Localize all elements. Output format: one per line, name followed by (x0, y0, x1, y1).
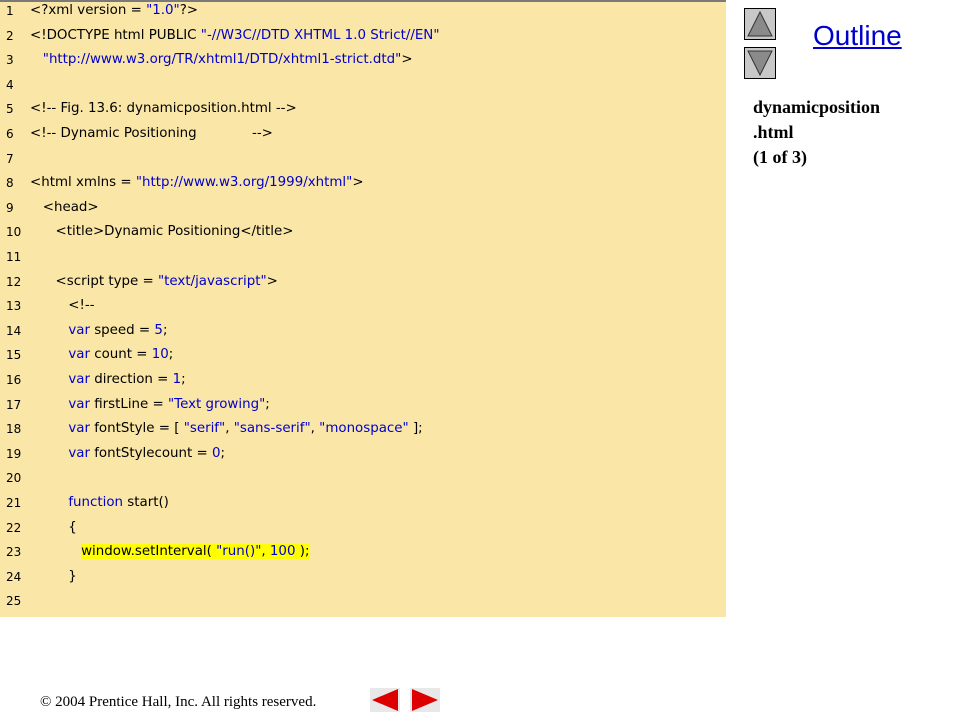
line-number: 20 (6, 471, 22, 486)
file-caption: dynamicposition .html (1 of 3) (753, 95, 880, 170)
code-line: 13 <!-- (0, 294, 726, 318)
line-number: 13 (6, 299, 22, 314)
line-number: 15 (6, 348, 22, 363)
line-number: 5 (6, 102, 14, 117)
arrow-left-icon (370, 688, 400, 712)
code-line: 1 <?xml version = "1.0"?> (0, 0, 726, 23)
code-line: 6 <!-- Dynamic Positioning --> (0, 122, 726, 146)
outline-link[interactable]: Outline (813, 20, 902, 52)
line-number: 1 (6, 4, 14, 18)
code-line: 10 <title>Dynamic Positioning</title> (0, 220, 726, 244)
code-text: <title>Dynamic Positioning</title> (30, 224, 294, 240)
code-line: 22 { (0, 516, 726, 540)
code-line: 12 <script type = "text/javascript"> (0, 270, 726, 294)
line-number: 19 (6, 446, 22, 461)
code-line: 3 "http://www.w3.org/TR/xhtml1/DTD/xhtml… (0, 48, 726, 72)
code-line: 16 var direction = 1; (0, 368, 726, 392)
code-line: 21 function start() (0, 491, 726, 515)
next-slide-arrow[interactable] (744, 47, 776, 79)
code-text: var fontStylecount = 0; (68, 445, 226, 461)
forward-button[interactable] (410, 688, 440, 712)
code-text: var speed = 5; (68, 322, 168, 338)
arrow-right-icon (410, 688, 440, 712)
page-indicator: (1 of 3) (753, 147, 807, 167)
code-line: 14 var speed = 5; (0, 319, 726, 343)
line-number: 23 (6, 545, 22, 560)
file-name: dynamicposition (753, 97, 881, 117)
line-number: 8 (6, 176, 14, 191)
code-line: 25 (0, 589, 726, 613)
code-text: <!-- (30, 298, 95, 314)
code-line: 4 (0, 73, 726, 97)
code-line: 23 window.setInterval( "run()", 100 ); (0, 540, 726, 564)
code-text: window.setInterval( "run()", 100 ); (81, 544, 310, 560)
file-extension: .html (753, 122, 794, 142)
code-text: <!-- Fig. 13.6: dynamicposition.html --> (30, 101, 297, 117)
code-text: var fontStyle = [ "serif", "sans-serif",… (68, 421, 423, 437)
code-text: function start() (68, 495, 169, 510)
code-line: 20 (0, 466, 726, 490)
code-text: <?xml version = "1.0"?> (30, 3, 199, 18)
code-line: 8 <html xmlns = "http://www.w3.org/1999/x… (0, 171, 726, 195)
line-number: 6 (6, 127, 14, 141)
line-number: 7 (6, 151, 14, 166)
line-number: 18 (6, 422, 22, 437)
code-line: 9 <head> (0, 196, 726, 220)
line-number: 10 (6, 225, 22, 240)
previous-slide-arrow[interactable] (744, 8, 776, 40)
code-line: 11 (0, 245, 726, 269)
line-number: 21 (6, 496, 22, 510)
code-line: 17 var firstLine = "Text growing"; (0, 393, 726, 417)
code-line: 24 } (0, 565, 726, 589)
line-number: 16 (6, 373, 22, 387)
line-number: 3 (6, 53, 14, 68)
code-text: <html xmlns = "http://www.w3.org/1999/xh… (30, 175, 364, 191)
code-text: var count = 10; (68, 347, 174, 363)
copyright-notice: © 2004 Prentice Hall, Inc. All rights re… (40, 694, 317, 710)
code-text: var direction = 1; (68, 372, 186, 387)
line-number: 4 (6, 77, 14, 92)
code-text: <!-- Dynamic Positioning --> (30, 126, 273, 141)
line-number: 25 (6, 594, 22, 609)
line-number: 14 (6, 323, 22, 338)
line-number: 2 (6, 28, 14, 43)
line-number: 11 (6, 250, 22, 264)
code-line: 18 var fontStyle = [ "serif", "sans-seri… (0, 417, 726, 441)
line-number: 17 (6, 397, 22, 412)
triangle-down-icon (747, 50, 773, 77)
triangle-up-icon (747, 10, 773, 37)
line-number: 24 (6, 569, 22, 584)
code-text: <!DOCTYPE html PUBLIC "-//W3C//DTD XHTML… (30, 27, 440, 43)
code-text: <head> (30, 199, 99, 215)
code-text: <script type = "text/javascript"> (30, 273, 278, 289)
code-line: 19 var fontStylecount = 0; (0, 442, 726, 466)
code-text: "http://www.w3.org/TR/xhtml1/DTD/xhtml1-… (42, 52, 413, 68)
code-listing: 1 <?xml version = "1.0"?> 2 <!DOCTYPE html … (0, 0, 726, 617)
code-line: 5 <!-- Fig. 13.6: dynamicposition.html --… (0, 97, 726, 121)
line-number: 9 (6, 200, 14, 215)
code-line: 15 var count = 10; (0, 343, 726, 367)
back-button[interactable] (370, 688, 400, 712)
code-line: 2 <!DOCTYPE html PUBLIC "-//W3C//DTD XHTM… (0, 24, 726, 48)
code-text: { (30, 519, 77, 535)
code-text: } (30, 568, 77, 584)
code-line: 7 (0, 147, 726, 171)
line-number: 12 (6, 274, 22, 289)
line-number: 22 (6, 520, 22, 535)
code-text: var firstLine = "Text growing"; (68, 396, 270, 412)
